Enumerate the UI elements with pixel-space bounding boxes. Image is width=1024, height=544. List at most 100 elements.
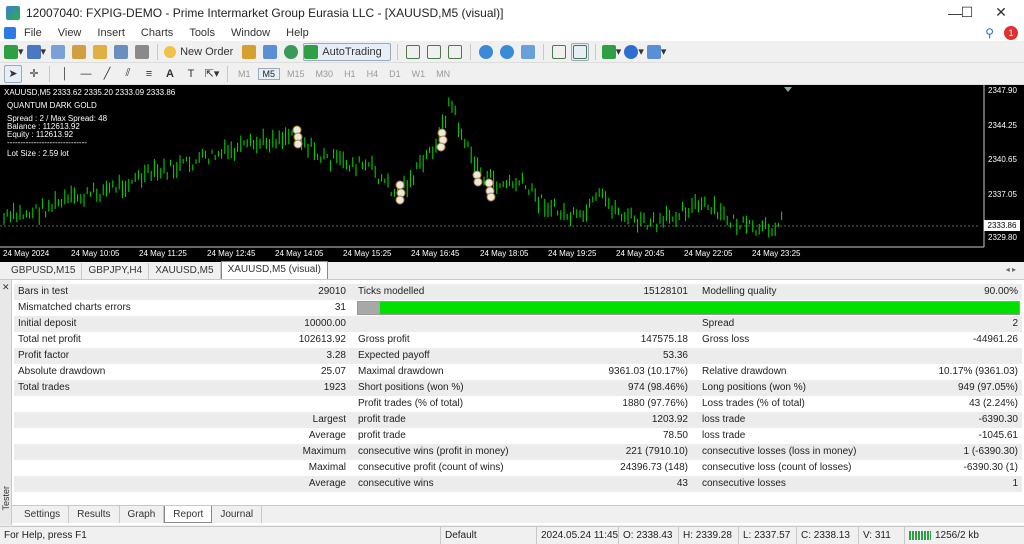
zoom-in-button[interactable] <box>477 43 495 61</box>
close-icon: ✕ <box>995 4 1007 20</box>
new-order-button[interactable]: New Order <box>164 43 237 61</box>
timeframe-h4[interactable]: H4 <box>363 69 383 79</box>
navigator-button[interactable] <box>91 43 109 61</box>
report-value: 1923 <box>323 382 346 393</box>
chart-shift-button[interactable] <box>570 42 589 61</box>
report-value: 29010 <box>318 286 346 297</box>
menu-help[interactable]: Help <box>278 27 317 39</box>
tab-scroll-arrows[interactable]: ◂ ▸ <box>1006 265 1016 274</box>
zoom-out-icon <box>499 44 514 59</box>
autotrading-button[interactable]: AutoTrading <box>303 42 391 61</box>
tile-windows-button[interactable] <box>519 43 537 61</box>
terminal-button[interactable] <box>112 43 130 61</box>
vertical-line-button[interactable]: │ <box>56 65 74 83</box>
tab-graph[interactable]: Graph <box>120 506 165 523</box>
timeframe-h1[interactable]: H1 <box>340 69 360 79</box>
menu-window[interactable]: Window <box>223 27 278 39</box>
toolbar-separator <box>396 43 398 60</box>
tab-report[interactable]: Report <box>164 506 213 523</box>
market-watch-button[interactable] <box>49 43 67 61</box>
menu-tools[interactable]: Tools <box>181 27 223 39</box>
tab-xauusd-m5[interactable]: XAUUSD,M5 <box>149 263 221 279</box>
status-traffic: 1256/2 kb <box>904 527 1024 544</box>
report-label: Mismatched charts errors <box>18 302 131 313</box>
indicators-icon <box>601 44 616 59</box>
timeframe-m30[interactable]: M30 <box>312 69 338 79</box>
new-chart-button[interactable]: ▾ <box>4 43 24 61</box>
timeframe-m5[interactable]: M5 <box>257 67 281 80</box>
standard-toolbar: ▾ ▾ New Order AutoTrading ▾ ▾ ▾ <box>0 41 1024 63</box>
report-label: profit trade <box>358 430 406 441</box>
crosshair-button[interactable]: ✛ <box>25 65 43 83</box>
report-value: 1203.92 <box>651 414 688 425</box>
tab-results[interactable]: Results <box>69 506 120 523</box>
timeframe-mn[interactable]: MN <box>432 69 454 79</box>
time-axis-label: 24 May 19:25 <box>548 249 597 258</box>
zoom-out-button[interactable] <box>498 43 516 61</box>
signals-button[interactable] <box>261 43 279 61</box>
chart-ohlc-header: XAUUSD,M5 2333.62 2335.20 2333.09 2333.8… <box>4 88 176 97</box>
trendline-button[interactable]: ╱ <box>98 65 116 83</box>
metaeditor-button[interactable] <box>240 43 258 61</box>
notification-badge[interactable]: 1 <box>1004 26 1018 40</box>
close-icon[interactable]: ✕ <box>2 282 10 293</box>
report-label: Spread <box>702 318 735 329</box>
indicators-button[interactable]: ▾ <box>601 43 621 61</box>
report-label: Maximal <box>308 462 346 473</box>
profiles-button[interactable]: ▾ <box>26 43 46 61</box>
ea-lot-size: Lot Size : 2.59 lot <box>7 149 69 158</box>
cursor-button[interactable]: ➤ <box>4 64 22 83</box>
arrows-icon: ⇱▾ <box>204 68 220 80</box>
candlestick-button[interactable] <box>425 43 443 61</box>
text-button[interactable]: A <box>161 65 179 83</box>
report-value: 147575.18 <box>640 334 688 345</box>
report-label: loss trade <box>702 414 746 425</box>
report-value: 2 <box>1012 318 1018 329</box>
close-button[interactable]: ✕ <box>978 0 1024 25</box>
status-help: For Help, press F1 <box>4 530 87 541</box>
report-label: Short positions (won %) <box>358 382 464 393</box>
line-chart-button[interactable] <box>446 43 464 61</box>
title-bar: 12007040: FXPIG-DEMO - Prime Intermarket… <box>0 0 1024 25</box>
menu-view[interactable]: View <box>50 27 90 39</box>
search-icon[interactable]: ⚲ <box>985 26 994 40</box>
report-label: consecutive loss (count of losses) <box>702 462 852 473</box>
periods-button[interactable]: ▾ <box>624 43 644 61</box>
menu-charts[interactable]: Charts <box>133 27 181 39</box>
tab-xauusd-m5-visual[interactable]: XAUUSD,M5 (visual) <box>220 261 328 279</box>
bar-chart-button[interactable] <box>404 43 422 61</box>
text-label-button[interactable]: T <box>182 65 200 83</box>
market-button[interactable] <box>282 43 300 61</box>
menu-insert[interactable]: Insert <box>89 27 133 39</box>
timeframe-d1[interactable]: D1 <box>385 69 405 79</box>
data-window-button[interactable] <box>70 43 88 61</box>
arrows-button[interactable]: ⇱▾ <box>203 65 221 83</box>
report-value: 24396.73 (148) <box>620 462 688 473</box>
strategy-tester-button[interactable] <box>133 43 151 61</box>
tab-journal[interactable]: Journal <box>212 506 263 523</box>
timeframe-m1[interactable]: M1 <box>234 69 255 79</box>
clock-icon <box>624 44 639 59</box>
timeframe-w1[interactable]: W1 <box>408 69 430 79</box>
report-value: 90.00% <box>984 286 1018 297</box>
report-value: 53.36 <box>662 350 688 361</box>
report-label: consecutive losses <box>702 478 786 489</box>
templates-button[interactable]: ▾ <box>646 43 666 61</box>
fibonacci-button[interactable]: ≡ <box>140 65 158 83</box>
tab-gbpjpy-h4[interactable]: GBPJPY,H4 <box>82 263 150 279</box>
time-axis-label: 24 May 23:25 <box>752 249 801 258</box>
menu-bar: File View Insert Charts Tools Window Hel… <box>0 25 1024 41</box>
menu-file[interactable]: File <box>16 27 50 39</box>
report-row: Total trades 1923 Short positions (won %… <box>14 380 1022 396</box>
app-icon <box>6 5 20 20</box>
tab-gbpusd-m15[interactable]: GBPUSD,M15 <box>5 263 83 279</box>
market-watch-icon <box>51 44 66 59</box>
price-chart[interactable]: XAUUSD,M5 2333.62 2335.20 2333.09 2333.8… <box>0 85 1024 262</box>
tab-settings[interactable]: Settings <box>16 506 70 523</box>
timeframe-m15[interactable]: M15 <box>283 69 309 79</box>
report-label: Gross loss <box>702 334 750 345</box>
auto-scroll-button[interactable] <box>550 43 568 61</box>
channel-button[interactable]: ⫽ <box>119 65 137 83</box>
price-axis-label: 2329.80 <box>988 233 1017 242</box>
horizontal-line-button[interactable]: — <box>77 65 95 83</box>
